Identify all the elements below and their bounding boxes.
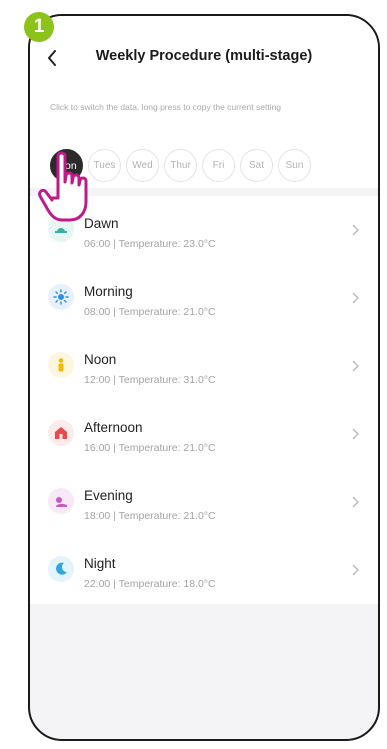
page-title: Weekly Procedure (multi-stage): [95, 48, 313, 64]
period-name: Evening: [84, 488, 133, 503]
period-detail: 12:00 | Temperature: 31.0°C: [84, 374, 216, 386]
sun-icon: [48, 284, 74, 310]
day-tab-thur[interactable]: Thur: [164, 149, 197, 182]
chevron-right-icon: [352, 224, 359, 236]
day-tab-wed[interactable]: Wed: [126, 149, 159, 182]
period-name: Night: [84, 556, 116, 571]
house-icon: [48, 420, 74, 446]
period-detail: 08:00 | Temperature: 21.0°C: [84, 306, 216, 318]
sunset-icon: [48, 488, 74, 514]
period-list: Dawn 06:00 | Temperature: 23.0°C Morning…: [30, 196, 378, 604]
period-name: Noon: [84, 352, 117, 367]
period-name: Afternoon: [84, 420, 143, 435]
list-item-afternoon[interactable]: Afternoon 16:00 | Temperature: 21.0°C: [30, 400, 378, 468]
day-tab-sat[interactable]: Sat: [240, 149, 273, 182]
list-item-morning[interactable]: Morning 08:00 | Temperature: 21.0°C: [30, 264, 378, 332]
tap-hand-icon: [38, 151, 88, 222]
period-detail: 18:00 | Temperature: 21.0°C: [84, 510, 216, 522]
chevron-right-icon: [352, 564, 359, 576]
period-detail: 06:00 | Temperature: 23.0°C: [84, 238, 216, 250]
day-tab-sun[interactable]: Sun: [278, 149, 311, 182]
person-icon: [48, 352, 74, 378]
step-number-badge: 1: [24, 12, 54, 42]
list-item-night[interactable]: Night 22:00 | Temperature: 18.0°C: [30, 536, 378, 604]
instruction-text: Click to switch the data, long press to …: [50, 102, 282, 112]
period-name: Morning: [84, 284, 133, 299]
phone-frame: Weekly Procedure (multi-stage) Click to …: [28, 14, 380, 741]
chevron-right-icon: [352, 428, 359, 440]
chevron-right-icon: [352, 496, 359, 508]
list-item-evening[interactable]: Evening 18:00 | Temperature: 21.0°C: [30, 468, 378, 536]
period-detail: 16:00 | Temperature: 21.0°C: [84, 442, 216, 454]
moon-icon: [48, 556, 74, 582]
list-item-noon[interactable]: Noon 12:00 | Temperature: 31.0°C: [30, 332, 378, 400]
period-detail: 22:00 | Temperature: 18.0°C: [84, 578, 216, 590]
chevron-right-icon: [352, 292, 359, 304]
day-tab-fri[interactable]: Fri: [202, 149, 235, 182]
chevron-right-icon: [352, 360, 359, 372]
